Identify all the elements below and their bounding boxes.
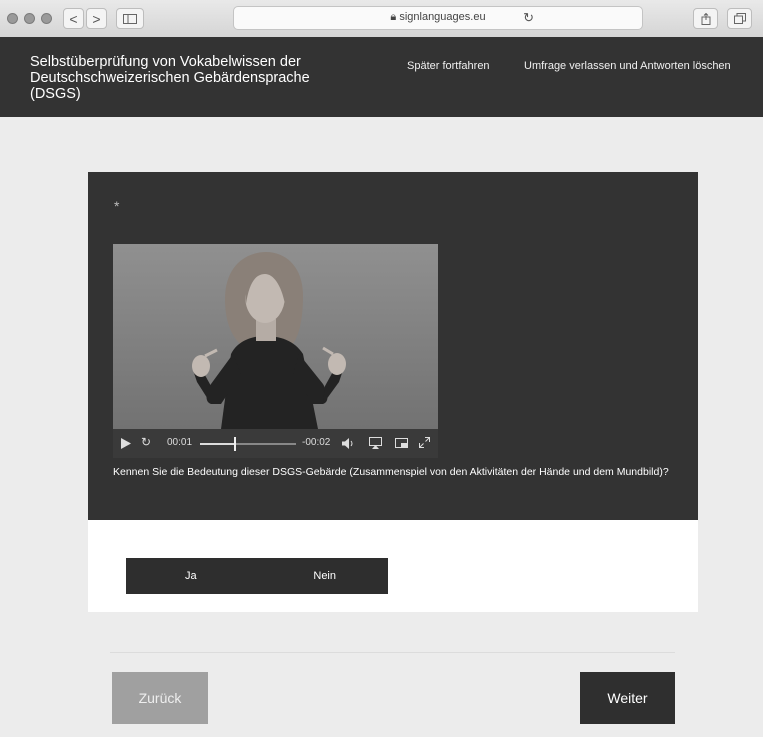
- tabs-icon: [733, 13, 746, 24]
- maximize-window-icon[interactable]: [41, 13, 52, 24]
- sidebar-toggle-button[interactable]: [116, 8, 144, 29]
- sign-video[interactable]: ↻ 00:01 -00:02: [113, 244, 438, 458]
- volume-icon[interactable]: [342, 438, 354, 449]
- chevron-right-icon: >: [92, 10, 101, 27]
- answer-yes-button[interactable]: Ja: [126, 558, 261, 594]
- minimize-window-icon[interactable]: [24, 13, 35, 24]
- browser-forward-button[interactable]: >: [86, 8, 107, 29]
- video-progress-bar[interactable]: [200, 437, 296, 451]
- question-text: Kennen Sie die Bedeutung dieser DSGS-Geb…: [113, 466, 669, 478]
- replay-icon[interactable]: ↻: [141, 435, 151, 449]
- app-header: Selbstüberprüfung von Vokabelwissen der …: [0, 37, 763, 117]
- back-button[interactable]: Zurück: [112, 672, 208, 724]
- answer-button-group: Ja Nein: [126, 558, 388, 594]
- video-controls: ↻ 00:01 -00:02: [113, 429, 438, 458]
- chevron-left-icon: <: [69, 10, 78, 27]
- page-title: Selbstüberprüfung von Vokabelwissen der …: [30, 54, 310, 102]
- sidebar-icon: [123, 13, 137, 24]
- picture-in-picture-icon[interactable]: [395, 438, 408, 448]
- video-frame: [113, 244, 438, 429]
- next-button[interactable]: Weiter: [580, 672, 675, 724]
- signer-figure: [192, 252, 346, 429]
- elapsed-time: 00:01: [167, 437, 193, 448]
- divider: [110, 652, 675, 653]
- address-bar[interactable]: 🔒︎ signlanguages.eu ↻: [233, 6, 643, 30]
- video-scrubber[interactable]: [233, 437, 236, 451]
- fullscreen-icon[interactable]: [419, 437, 430, 448]
- required-marker: *: [114, 198, 120, 214]
- answer-no-button[interactable]: Nein: [261, 558, 389, 594]
- share-icon: [701, 12, 710, 25]
- continue-later-link[interactable]: Später fortfahren: [407, 60, 490, 72]
- airplay-icon[interactable]: [369, 437, 382, 449]
- browser-toolbar: < > 🔒︎ signlanguages.eu ↻: [0, 0, 763, 38]
- tabs-button[interactable]: [727, 8, 752, 29]
- video-progress-fill: [200, 443, 234, 445]
- reload-icon[interactable]: ↻: [523, 10, 534, 26]
- play-icon[interactable]: [121, 438, 131, 449]
- lock-icon: 🔒︎: [390, 11, 400, 23]
- remaining-time: -00:02: [302, 437, 331, 448]
- address-text: signlanguages.eu: [399, 11, 486, 23]
- quit-survey-link[interactable]: Umfrage verlassen und Antworten löschen: [524, 60, 731, 72]
- browser-back-button[interactable]: <: [63, 8, 84, 29]
- close-window-icon[interactable]: [7, 13, 18, 24]
- share-button[interactable]: [693, 8, 718, 29]
